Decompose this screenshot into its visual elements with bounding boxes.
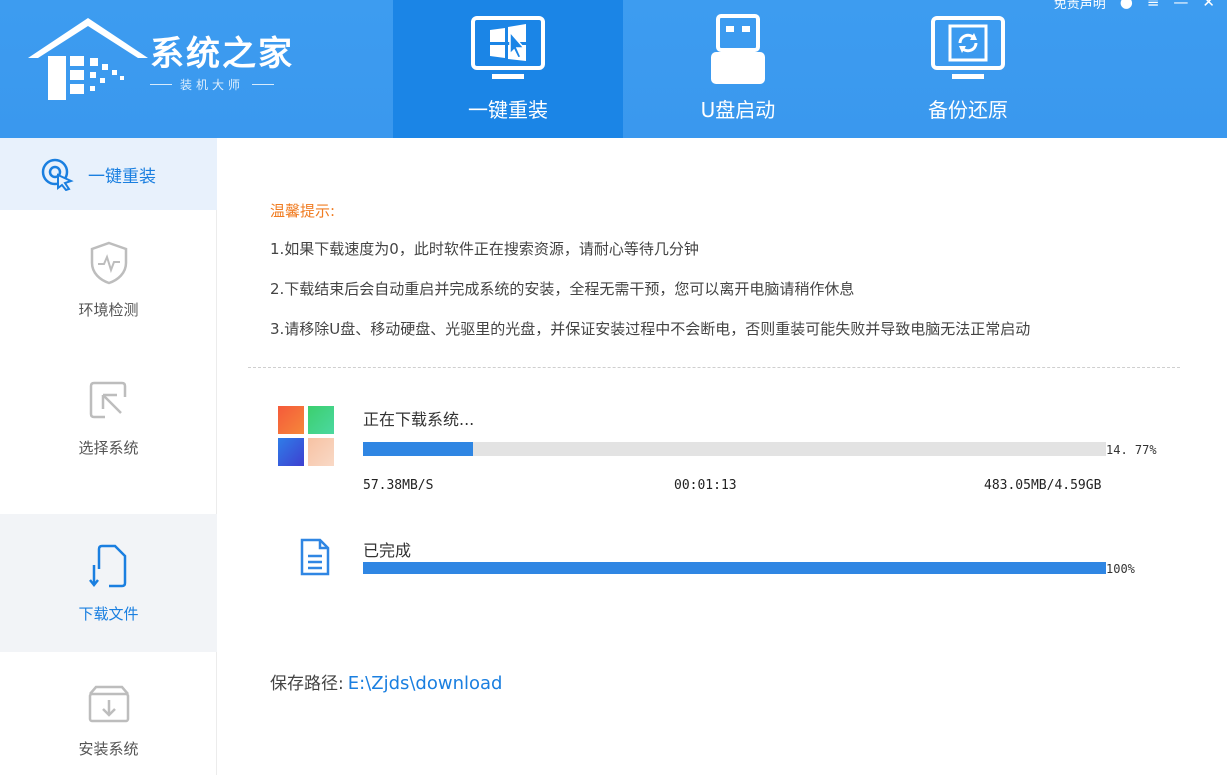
tab-label: 备份还原 — [928, 98, 1008, 122]
download-speed: 57.38MB/S — [363, 478, 434, 493]
sidebar-item-label: 环境检测 — [78, 300, 139, 319]
brand-title: 系统之家 — [150, 34, 294, 74]
save-path-link[interactable]: E:\Zjds\download — [348, 673, 503, 694]
tip-line: 2.下载结束后会自动重启并完成系统的安装，全程无需干预，您可以离开电脑请稍作休息 — [270, 280, 855, 298]
sidebar-item-select-system[interactable]: 选择系统 — [0, 349, 217, 487]
sidebar-item-label: 下载文件 — [78, 604, 139, 623]
sidebar: 一键重装 环境检测 选择系统 下载文件 安装系统 — [0, 138, 217, 775]
main-content: 温馨提示: 1.如果下载速度为0，此时软件正在搜索资源，请耐心等待几分钟 2.下… — [218, 138, 1227, 775]
download-status: 正在下载系统... — [363, 410, 475, 429]
menu-icon[interactable]: ≡ — [1147, 0, 1160, 11]
tip-line: 1.如果下载速度为0，此时软件正在搜索资源，请耐心等待几分钟 — [270, 240, 699, 258]
brand-subtitle: 装机大师 — [180, 78, 245, 92]
sidebar-item-label: 安装系统 — [78, 739, 139, 758]
completed-percent: 100% — [1106, 562, 1135, 576]
minimize-button[interactable]: — — [1173, 0, 1188, 11]
download-elapsed: 00:01:13 — [674, 478, 737, 493]
sidebar-item-download-files[interactable]: 下载文件 — [0, 514, 217, 652]
divider — [248, 367, 1180, 368]
sidebar-header-reinstall[interactable]: 一键重装 — [0, 138, 217, 210]
tab-label: 一键重装 — [468, 98, 548, 122]
download-progress-fill — [363, 442, 473, 456]
download-progress-bar — [363, 442, 1106, 456]
download-file-icon — [88, 544, 126, 587]
brand-subtitle-row: 装机大师 — [150, 76, 300, 93]
usb-drive-icon — [711, 14, 765, 84]
download-size: 483.05MB/4.59GB — [984, 478, 1102, 493]
shield-heartbeat-icon — [90, 241, 127, 284]
completed-progress-fill — [363, 562, 1106, 574]
sidebar-header-label: 一键重装 — [88, 166, 156, 187]
tip-line: 3.请移除U盘、移动硬盘、光驱里的光盘，并保证安装过程中不会断电，否则重装可能失… — [270, 320, 1031, 338]
skin-icon[interactable]: ● — [1120, 0, 1133, 11]
completed-progress-bar — [363, 562, 1106, 574]
tab-one-click-reinstall[interactable]: 一键重装 — [393, 0, 623, 138]
windows-logo-icon — [278, 406, 334, 466]
tips-title: 温馨提示: — [270, 202, 336, 220]
sidebar-item-env-check[interactable]: 环境检测 — [0, 211, 217, 349]
window-controls: 免责声明 ● ≡ — ✕ — [1054, 0, 1215, 12]
tab-usb-boot[interactable]: U盘启动 — [623, 0, 853, 138]
tab-label: U盘启动 — [700, 98, 776, 122]
tab-backup-restore[interactable]: 备份还原 — [853, 0, 1083, 138]
close-button[interactable]: ✕ — [1202, 0, 1215, 11]
download-percent: 14. 77% — [1106, 443, 1157, 457]
sidebar-item-label: 选择系统 — [78, 438, 139, 457]
install-box-icon — [88, 685, 129, 722]
save-path-row: 保存路径: E:\Zjds\download — [270, 669, 502, 694]
document-icon — [300, 538, 330, 576]
select-cursor-icon — [89, 381, 126, 418]
completed-status: 已完成 — [363, 541, 412, 560]
header-bar: 系统之家 装机大师 一键重装 U盘启动 备份还原 免责声明 ● ≡ — ✕ — [0, 0, 1227, 138]
reinstall-icon — [41, 158, 74, 191]
brand-logo: 系统之家 装机大师 — [28, 18, 318, 108]
save-path-label: 保存路径: — [270, 674, 344, 694]
house-logo-icon — [28, 18, 148, 100]
sidebar-item-install-system[interactable]: 安装系统 — [0, 652, 217, 775]
backup-restore-icon — [931, 16, 1005, 79]
disclaimer-link[interactable]: 免责声明 — [1054, 0, 1106, 12]
windows-monitor-icon — [471, 16, 545, 79]
